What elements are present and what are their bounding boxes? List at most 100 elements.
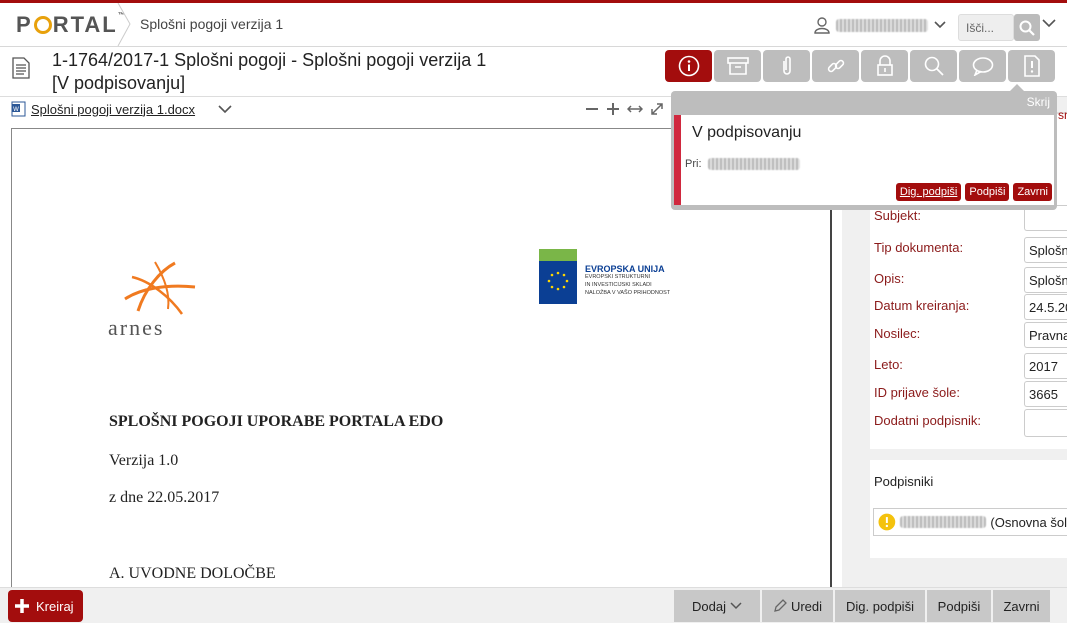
eu-line3: IN INVESTICIJSKI SKLADI	[585, 282, 652, 288]
comment-button[interactable]	[959, 50, 1006, 82]
add-label: Dodaj	[692, 598, 726, 614]
field-holder[interactable]: Pravna	[1024, 322, 1067, 348]
chevron-down-icon[interactable]	[218, 104, 232, 114]
field-label-year: Leto:	[874, 357, 903, 372]
sign-button[interactable]: Podpiši	[927, 590, 991, 622]
popup-caret	[1009, 84, 1025, 92]
document-icon	[12, 57, 30, 79]
signer-entry[interactable]: (Osnovna šol	[873, 508, 1067, 536]
arnes-logo-text: arnes	[108, 315, 165, 340]
signers-title: Podpisniki	[874, 474, 934, 489]
fit-width-icon[interactable]	[627, 102, 643, 116]
user-menu[interactable]	[814, 13, 946, 37]
search-button[interactable]	[1014, 14, 1040, 41]
comment-icon	[972, 57, 993, 76]
field-created[interactable]: 24.5.2017	[1024, 294, 1067, 320]
file-bar: W Splošni pogoji verzija 1.docx	[11, 101, 232, 117]
arnes-logo-icon	[124, 261, 196, 315]
reject-button[interactable]: Zavrni	[993, 590, 1050, 622]
signer-org: (Osnovna šol	[990, 514, 1067, 530]
eu-flag-icon	[539, 249, 577, 304]
hide-link[interactable]: Skrij	[1027, 95, 1050, 109]
popup-dig-sign-button[interactable]: Dig. podpiši	[895, 183, 962, 201]
field-label-doc-type: Tip dokumenta:	[874, 240, 964, 255]
alert-icon	[1023, 55, 1040, 77]
field-label-created: Datum kreiranja:	[874, 298, 970, 313]
field-description[interactable]: Splošni pogoji verzija 1	[1024, 267, 1067, 293]
search-input[interactable]: Išči...	[958, 14, 1014, 41]
chevron-down-icon	[730, 602, 742, 610]
user-icon	[814, 17, 830, 34]
signers-card: Podpisniki (Osnovna šol	[870, 460, 1067, 558]
assignee-name-redacted	[707, 158, 800, 170]
status-popup: Skrij V podpisovanju Pri: Dig. podpiši P…	[671, 84, 1057, 210]
popup-actions: Dig. podpiši Podpiši Zavrni	[895, 183, 1052, 201]
breadcrumb-separator-icon	[117, 3, 131, 46]
popup-reject-button[interactable]: Zavrni	[1013, 183, 1052, 201]
word-file-icon: W	[11, 101, 26, 117]
add-button[interactable]: Dodaj	[674, 590, 760, 622]
alert-button[interactable]	[1008, 50, 1055, 82]
signer-name-redacted	[899, 516, 987, 528]
document-toolbar	[665, 50, 1055, 82]
breadcrumb[interactable]: Splošni pogoji verzija 1	[140, 16, 283, 32]
field-label-subject: Subjekt:	[874, 208, 921, 223]
paperclip-icon	[782, 56, 791, 75]
popup-sign-button[interactable]: Podpiši	[965, 183, 1010, 201]
field-label-additional-signer: Dodatni podpisnik:	[874, 413, 981, 428]
field-label-description: Opis:	[874, 271, 905, 286]
preview-section: A. UVODNE DOLOČBE	[109, 565, 276, 582]
status-text: V podpisovanju	[692, 124, 802, 141]
lock-icon	[876, 55, 893, 76]
chevron-down-icon	[934, 21, 946, 29]
document-title-text: 1-1764/2017-1 Splošni pogoji - Splošni p…	[52, 50, 487, 70]
link-button[interactable]	[812, 50, 859, 82]
field-additional-signer[interactable]	[1024, 409, 1067, 437]
fullscreen-icon[interactable]	[650, 102, 664, 116]
preview-heading: SPLOŠNI POGOJI UPORABE PORTALA EDO	[109, 413, 444, 430]
top-bar: P RTAL™ Splošni pogoji verzija 1 Išči...	[0, 0, 1067, 47]
edit-button[interactable]: Uredi	[762, 590, 833, 622]
svg-text:W: W	[13, 106, 19, 113]
eu-line4: NALOŽBA V VAŠO PRIHODNOST	[585, 290, 671, 296]
search-options-chevron-icon[interactable]	[1042, 19, 1056, 28]
edit-label: Uredi	[790, 598, 823, 614]
status-card: V podpisovanju Pri: Dig. podpiši Podpiši…	[674, 115, 1054, 205]
search-icon	[924, 56, 944, 76]
create-label: Kreiraj	[36, 598, 74, 614]
field-label-school-id: ID prijave šole:	[874, 385, 960, 400]
document-title: 1-1764/2017-1 Splošni pogoji - Splošni p…	[52, 49, 486, 95]
search-icon	[1019, 20, 1035, 36]
file-link[interactable]: Splošni pogoji verzija 1.docx	[31, 102, 195, 117]
link-icon	[827, 59, 844, 73]
bottom-actions: Dodaj Uredi Dig. podpiši Podpiši Zavrni	[674, 590, 1050, 622]
archive-icon	[726, 57, 749, 75]
search-document-button[interactable]	[910, 50, 957, 82]
preview-date: z dne 22.05.2017	[109, 489, 220, 506]
zoom-out-icon[interactable]	[585, 102, 599, 116]
zoom-controls	[585, 102, 664, 116]
eu-logo: EVROPSKA UNIJA EVROPSKI STRUKTURNI IN IN…	[539, 249, 674, 306]
dig-sign-button[interactable]: Dig. podpiši	[835, 590, 925, 622]
field-label-holder: Nosilec:	[874, 326, 921, 341]
lock-button[interactable]	[861, 50, 908, 82]
field-year[interactable]: 2017	[1024, 353, 1067, 379]
user-name-redacted	[836, 18, 928, 32]
info-button[interactable]	[665, 50, 712, 82]
field-school-id[interactable]: 3665	[1024, 381, 1067, 407]
field-doc-type[interactable]: Splošni pogoji	[1024, 237, 1067, 263]
portal-logo[interactable]: P RTAL™	[16, 12, 127, 38]
info-icon	[678, 55, 699, 77]
eu-title: EVROPSKA UNIJA	[585, 264, 665, 274]
bottom-bar: Kreiraj Dodaj Uredi Dig. podpiši Podpiši…	[0, 587, 1067, 623]
assignee: Pri:	[685, 158, 800, 170]
plus-icon	[15, 599, 29, 613]
pencil-icon	[774, 599, 787, 612]
assignee-label: Pri:	[685, 158, 702, 170]
archive-button[interactable]	[714, 50, 761, 82]
preview-version: Verzija 1.0	[109, 452, 179, 469]
attachment-button[interactable]	[763, 50, 810, 82]
create-button[interactable]: Kreiraj	[8, 590, 83, 622]
panel-red-mark: sn	[1058, 108, 1067, 122]
zoom-in-icon[interactable]	[606, 102, 620, 116]
